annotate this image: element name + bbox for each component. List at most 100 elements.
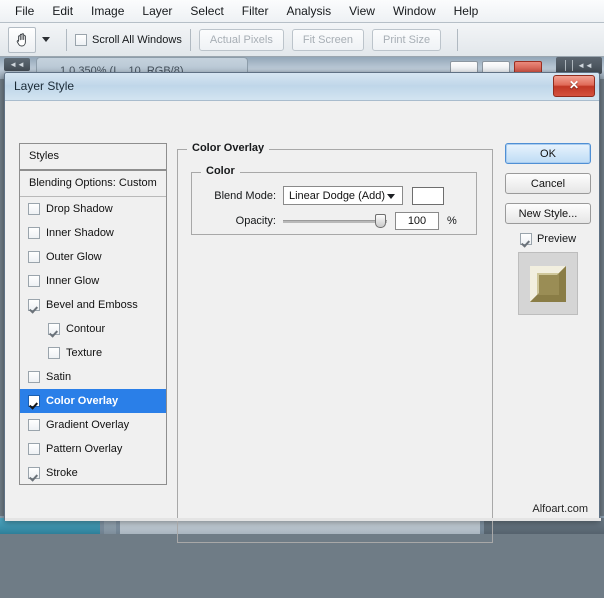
- preview-checkbox[interactable]: Preview: [505, 233, 591, 245]
- effect-checkbox[interactable]: [28, 299, 40, 311]
- effect-row-contour[interactable]: Contour: [20, 317, 166, 341]
- effect-checkbox[interactable]: [28, 371, 40, 383]
- effect-checkbox[interactable]: [28, 227, 40, 239]
- effect-row-outer-glow[interactable]: Outer Glow: [20, 245, 166, 269]
- dialog-bottom-edge: [5, 518, 601, 521]
- styles-header: Styles: [20, 144, 166, 171]
- tool-preset-chevron-down-icon[interactable]: [42, 37, 50, 42]
- color-overlay-group-label: Color Overlay: [187, 142, 269, 154]
- layer-style-dialog: Layer Style ✕ Styles Blending Options: C…: [4, 72, 600, 520]
- effect-row-stroke[interactable]: Stroke: [20, 461, 166, 485]
- menu-bar: File Edit Image Layer Select Filter Anal…: [0, 0, 604, 23]
- menu-item-help[interactable]: Help: [445, 2, 488, 20]
- menu-item-analysis[interactable]: Analysis: [277, 2, 340, 20]
- effect-label: Stroke: [46, 467, 78, 479]
- effect-checkbox[interactable]: [28, 443, 40, 455]
- effect-row-pattern-overlay[interactable]: Pattern Overlay: [20, 437, 166, 461]
- menu-item-edit[interactable]: Edit: [43, 2, 82, 20]
- effect-row-inner-glow[interactable]: Inner Glow: [20, 269, 166, 293]
- effect-checkbox[interactable]: [28, 275, 40, 287]
- effect-checkbox[interactable]: [48, 323, 60, 335]
- blend-mode-select[interactable]: Linear Dodge (Add): [283, 186, 403, 205]
- styles-list: Styles Blending Options: Custom Drop Sha…: [19, 143, 167, 485]
- color-subgroup: Color Blend Mode: Linear Dodge (Add) Opa…: [191, 172, 477, 235]
- menu-item-layer[interactable]: Layer: [133, 2, 181, 20]
- menu-item-filter[interactable]: Filter: [233, 2, 278, 20]
- photoshop-screen: File Edit Image Layer Select Filter Anal…: [0, 0, 604, 534]
- effect-label: Contour: [66, 323, 105, 335]
- effect-label: Drop Shadow: [46, 203, 113, 215]
- effect-row-bevel-and-emboss[interactable]: Bevel and Emboss: [20, 293, 166, 317]
- checkbox-box: [520, 233, 532, 245]
- effect-row-color-overlay[interactable]: Color Overlay: [20, 389, 166, 413]
- checkbox-box: [75, 34, 87, 46]
- dialog-buttons: OK Cancel New Style... Preview: [505, 143, 591, 315]
- effect-label: Color Overlay: [46, 395, 118, 407]
- color-overlay-group: Color Overlay Color Blend Mode: Linear D…: [177, 149, 493, 543]
- bevel-frame-thumbnail-icon: [526, 262, 570, 306]
- effect-row-satin[interactable]: Satin: [20, 365, 166, 389]
- tool-options-bar: Scroll All Windows Actual Pixels Fit Scr…: [0, 23, 604, 57]
- effect-row-gradient-overlay[interactable]: Gradient Overlay: [20, 413, 166, 437]
- panel-grip-icon: [565, 60, 573, 71]
- chevron-down-icon: [387, 194, 395, 199]
- preview-thumbnail: [518, 252, 578, 315]
- divider: [190, 29, 191, 51]
- new-style-button[interactable]: New Style...: [505, 203, 591, 224]
- effect-row-inner-shadow[interactable]: Inner Shadow: [20, 221, 166, 245]
- cancel-button[interactable]: Cancel: [505, 173, 591, 194]
- dialog-body: Styles Blending Options: Custom Drop Sha…: [5, 101, 599, 521]
- effect-checkbox[interactable]: [28, 419, 40, 431]
- color-overlay-panel: Color Overlay Color Blend Mode: Linear D…: [177, 143, 495, 598]
- scroll-all-windows-label: Scroll All Windows: [92, 34, 182, 46]
- slider-track: [283, 220, 387, 223]
- effect-label: Inner Glow: [46, 275, 99, 287]
- color-subgroup-label: Color: [201, 165, 240, 177]
- opacity-label: Opacity:: [192, 215, 276, 227]
- blend-mode-value: Linear Dodge (Add): [289, 190, 385, 202]
- effect-label: Bevel and Emboss: [46, 299, 138, 311]
- blend-mode-row: Blend Mode: Linear Dodge (Add): [192, 186, 478, 205]
- watermark: Alfoart.com: [532, 503, 588, 515]
- print-size-button[interactable]: Print Size: [372, 29, 441, 51]
- effect-label: Inner Shadow: [46, 227, 114, 239]
- blend-mode-label: Blend Mode:: [192, 190, 276, 202]
- effect-row-drop-shadow[interactable]: Drop Shadow: [20, 197, 166, 221]
- effect-checkbox[interactable]: [48, 347, 60, 359]
- effect-label: Texture: [66, 347, 102, 359]
- menu-item-image[interactable]: Image: [82, 2, 133, 20]
- opacity-input[interactable]: 100: [395, 212, 439, 230]
- effect-checkbox[interactable]: [28, 395, 40, 407]
- effect-checkbox[interactable]: [28, 203, 40, 215]
- effects-list: Drop Shadow Inner Shadow Outer Glow Inne…: [20, 197, 166, 484]
- effect-label: Satin: [46, 371, 71, 383]
- fit-screen-button[interactable]: Fit Screen: [292, 29, 364, 51]
- close-icon[interactable]: ✕: [553, 75, 595, 97]
- blending-options-row[interactable]: Blending Options: Custom: [20, 171, 166, 197]
- opacity-unit: %: [447, 215, 457, 227]
- effect-row-texture[interactable]: Texture: [20, 341, 166, 365]
- menu-item-window[interactable]: Window: [384, 2, 445, 20]
- collapse-left-icon[interactable]: ◄◄: [4, 58, 30, 71]
- scroll-all-windows-checkbox[interactable]: Scroll All Windows: [75, 34, 182, 46]
- double-chevron-left-icon: ◄◄: [577, 61, 593, 70]
- effect-checkbox[interactable]: [28, 251, 40, 263]
- effect-label: Outer Glow: [46, 251, 102, 263]
- dialog-title-bar: Layer Style ✕: [5, 73, 599, 101]
- actual-pixels-button[interactable]: Actual Pixels: [199, 29, 284, 51]
- opacity-row: Opacity: 100 %: [192, 212, 478, 230]
- menu-item-file[interactable]: File: [6, 2, 43, 20]
- effect-checkbox[interactable]: [28, 467, 40, 479]
- slider-thumb[interactable]: [375, 214, 386, 228]
- effect-label: Gradient Overlay: [46, 419, 129, 431]
- effect-label: Pattern Overlay: [46, 443, 122, 455]
- divider: [457, 29, 458, 51]
- preview-label: Preview: [537, 233, 576, 245]
- ok-button[interactable]: OK: [505, 143, 591, 164]
- color-swatch[interactable]: [412, 187, 444, 205]
- menu-item-view[interactable]: View: [340, 2, 384, 20]
- hand-tool-icon[interactable]: [8, 27, 36, 53]
- opacity-slider[interactable]: [283, 213, 387, 229]
- menu-item-select[interactable]: Select: [181, 2, 232, 20]
- divider: [66, 29, 67, 51]
